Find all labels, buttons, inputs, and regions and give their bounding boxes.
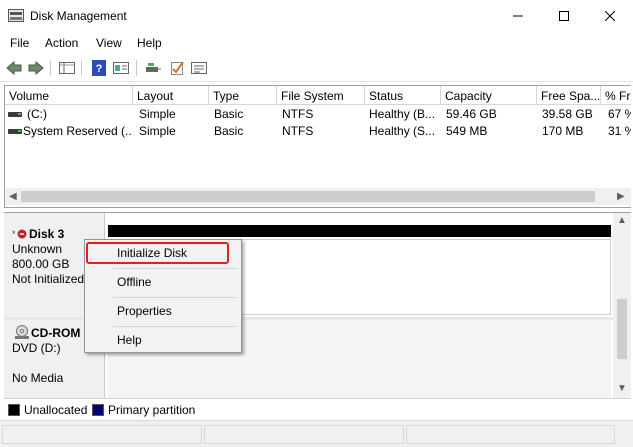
cell-volume: (C:): [27, 107, 47, 121]
check-icon: [171, 61, 184, 75]
console-tree-icon: [59, 62, 75, 74]
svg-text:?: ?: [96, 63, 103, 75]
disk-3-name: Disk 3: [29, 227, 65, 241]
scrollbar-thumb[interactable]: [21, 191, 595, 202]
status-segment: [204, 425, 404, 444]
column-type[interactable]: Type: [209, 86, 277, 105]
connect-disk-icon: [146, 63, 161, 72]
cell-file-system: NTFS: [282, 107, 314, 121]
drive-icon: [8, 129, 22, 134]
properties-icon: [113, 62, 129, 74]
cell-capacity: 549 MB: [446, 124, 488, 138]
cell-layout: Simple: [139, 124, 176, 138]
cdrom-name: CD-ROM: [31, 326, 81, 340]
column-file-system[interactable]: File System: [277, 86, 365, 105]
menu-action[interactable]: Action: [45, 36, 78, 50]
forward-button[interactable]: [26, 59, 46, 77]
horizontal-scrollbar[interactable]: ◀ ▶: [5, 188, 631, 205]
disk-3-size: 800.00 GB: [12, 257, 70, 271]
window-title: Disk Management: [30, 9, 127, 23]
cell-status: Healthy (S...: [369, 124, 436, 138]
unallocated-swatch: [8, 404, 20, 416]
connect-disk-button[interactable]: [143, 59, 163, 77]
disk-3-status: Not Initialized: [12, 272, 85, 286]
cell-percent-free: 31 %: [608, 124, 631, 138]
cdrom-drive: DVD (D:): [12, 341, 61, 355]
column-percent-free[interactable]: % Fr: [601, 86, 631, 105]
status-segment: [2, 425, 202, 444]
scroll-right-icon[interactable]: ▶: [617, 191, 625, 202]
scroll-left-icon[interactable]: ◀: [9, 191, 17, 202]
disk-error-icon: *: [12, 229, 27, 239]
menu-view[interactable]: View: [96, 36, 122, 50]
menu-bar: File Action View Help: [0, 33, 633, 54]
legend-unallocated: Unallocated: [24, 403, 88, 417]
cd-rom-icon: [15, 325, 29, 339]
help-icon: ?: [92, 60, 106, 76]
cell-type: Basic: [214, 124, 244, 138]
table-row[interactable]: (C:) Simple Basic NTFS Healthy (B... 59.…: [5, 106, 631, 122]
list-icon: [191, 62, 207, 74]
menu-item-properties[interactable]: Properties: [85, 299, 241, 323]
console-tree-button[interactable]: [57, 59, 77, 77]
close-button[interactable]: [587, 0, 633, 32]
minimize-icon: [513, 15, 523, 17]
column-volume[interactable]: Volume: [5, 86, 133, 105]
menu-file[interactable]: File: [10, 36, 29, 50]
back-icon: [6, 61, 22, 75]
cell-free-space: 170 MB: [542, 124, 584, 138]
vertical-scrollbar[interactable]: ▲ ▼: [613, 213, 631, 399]
cell-volume: System Reserved (...: [23, 124, 131, 138]
volume-list: Volume Layout Type File System Status Ca…: [4, 85, 631, 208]
title-bar: Disk Management: [0, 0, 633, 33]
cell-free-space: 39.58 GB: [542, 107, 593, 121]
initialize-disk-highlight: [86, 242, 229, 264]
disk-management-icon: [8, 9, 24, 22]
maximize-button[interactable]: [541, 0, 587, 32]
maximize-icon: [559, 11, 569, 21]
status-segment: [406, 425, 615, 444]
disk-3-type: Unknown: [12, 242, 63, 256]
column-free-space[interactable]: Free Spa...: [537, 86, 601, 105]
help-button[interactable]: ?: [89, 59, 109, 77]
svg-text:*: *: [12, 229, 16, 239]
legend: Unallocated Primary partition: [4, 398, 631, 420]
column-capacity[interactable]: Capacity: [441, 86, 537, 105]
cell-status: Healthy (B...: [369, 107, 436, 121]
properties-button[interactable]: [111, 59, 131, 77]
disk-3-unallocated-bar: [108, 225, 611, 237]
cell-layout: Simple: [139, 107, 176, 121]
status-bar: [0, 420, 633, 447]
back-button[interactable]: [4, 59, 24, 77]
cell-percent-free: 67 %: [608, 107, 631, 121]
minimize-button[interactable]: [495, 0, 541, 32]
cell-type: Basic: [214, 107, 244, 121]
column-status[interactable]: Status: [365, 86, 441, 105]
list-button[interactable]: [189, 59, 209, 77]
drive-icon: [8, 112, 22, 117]
primary-partition-swatch: [92, 404, 104, 416]
scrollbar-thumb[interactable]: [617, 299, 627, 359]
legend-primary-partition: Primary partition: [108, 403, 196, 417]
scroll-up-icon[interactable]: ▲: [617, 215, 627, 226]
menu-item-help[interactable]: Help: [85, 328, 241, 352]
forward-icon: [28, 61, 44, 75]
cell-file-system: NTFS: [282, 124, 314, 138]
column-layout[interactable]: Layout: [133, 86, 209, 105]
cell-capacity: 59.46 GB: [446, 107, 497, 121]
close-icon: [605, 11, 615, 21]
menu-item-offline[interactable]: Offline: [85, 270, 241, 294]
cdrom-status: No Media: [12, 371, 64, 385]
check-button[interactable]: [167, 59, 187, 77]
table-row[interactable]: System Reserved (... Simple Basic NTFS H…: [5, 123, 631, 139]
menu-help[interactable]: Help: [137, 36, 162, 50]
scroll-down-icon[interactable]: ▼: [617, 383, 627, 394]
toolbar: ?: [0, 55, 633, 82]
